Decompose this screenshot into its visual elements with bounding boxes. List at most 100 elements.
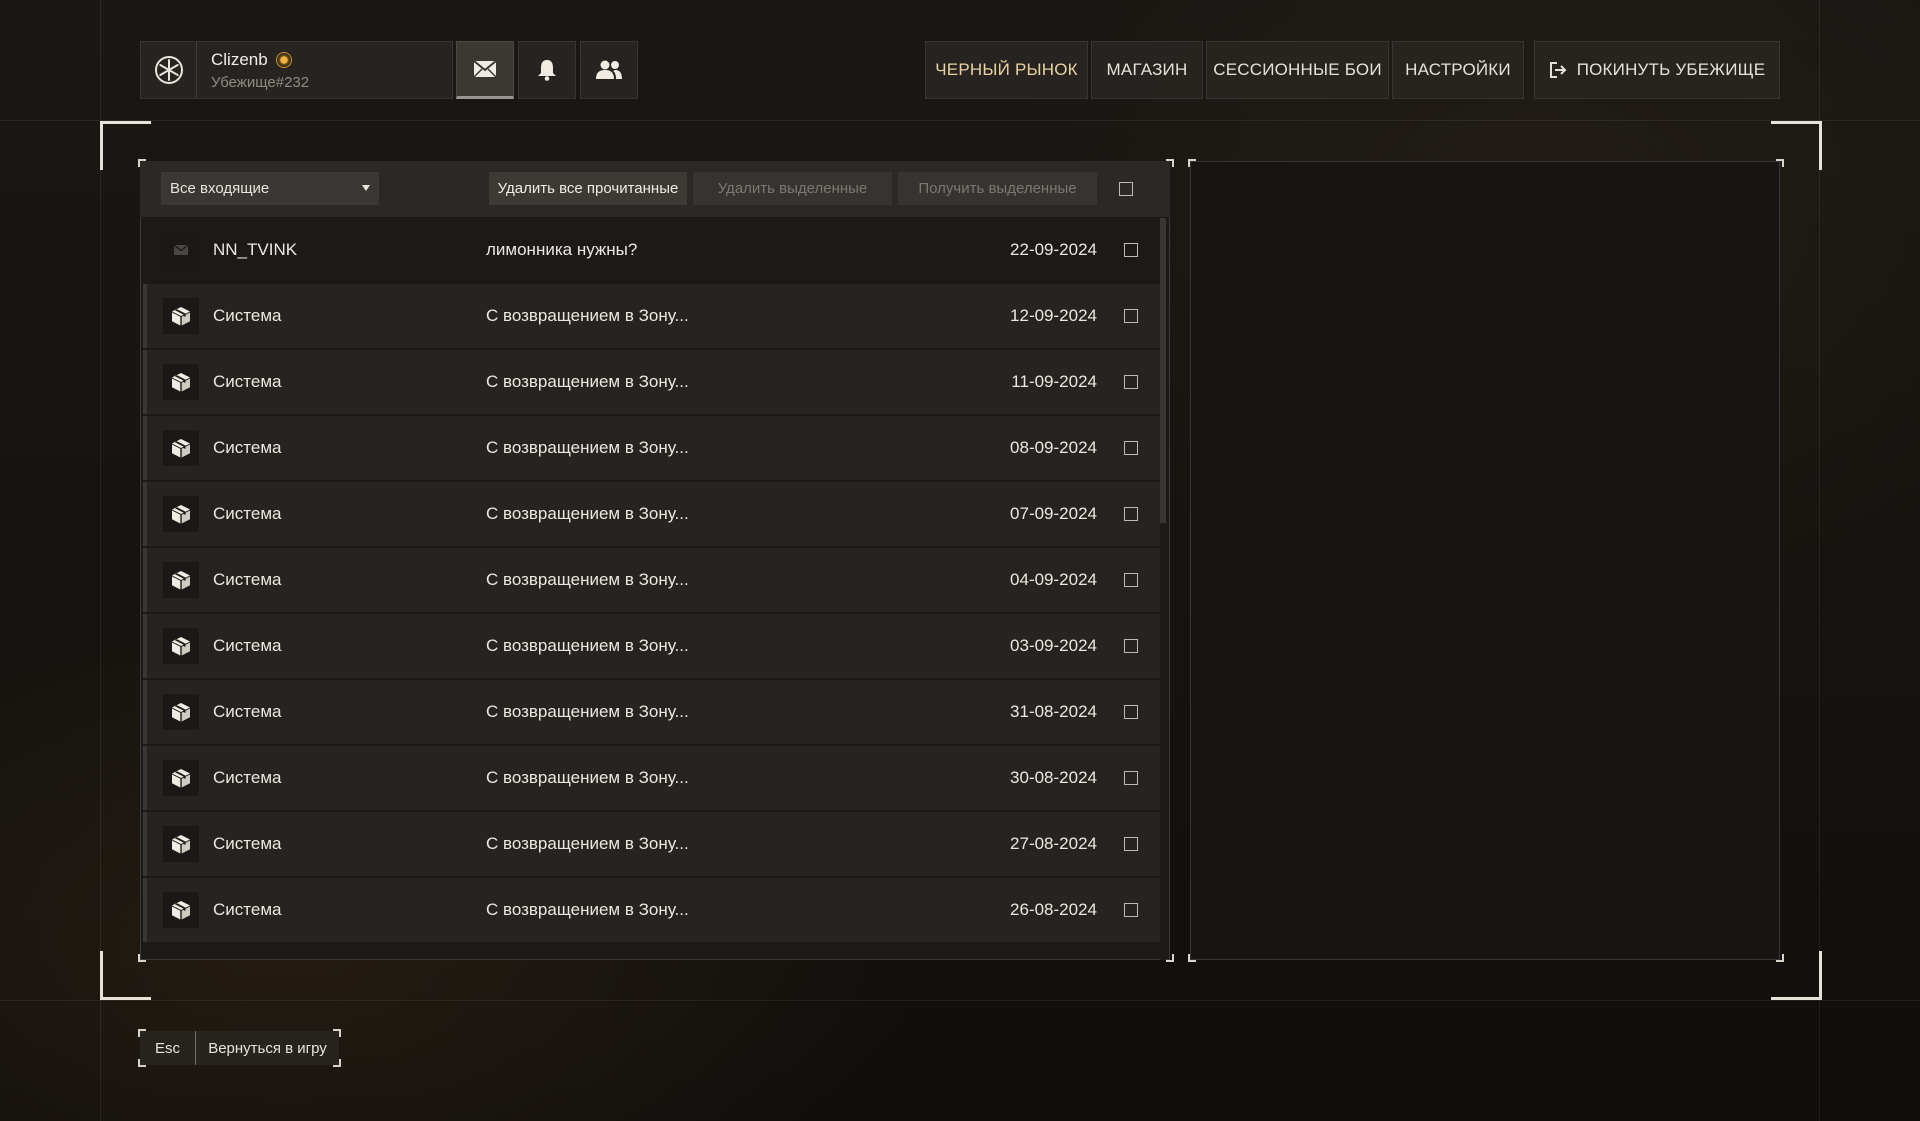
- box-icon: [163, 694, 199, 730]
- message-sender: Система: [213, 702, 282, 721]
- message-sender: Система: [213, 636, 282, 655]
- snowflake-logo-icon: [141, 42, 197, 98]
- nav-black-market[interactable]: ЧЕРНЫЙ РЫНОК: [925, 41, 1088, 99]
- message-checkbox[interactable]: [1124, 375, 1138, 389]
- mail-list: NN_TVINK лимонника нужны? 22-09-2024 Систем…: [143, 218, 1160, 960]
- message-date: 27-08-2024: [1010, 834, 1097, 853]
- message-checkbox[interactable]: [1124, 573, 1138, 587]
- box-icon: [163, 298, 199, 334]
- message-sender: Система: [213, 306, 282, 325]
- mail-filter-select[interactable]: Все входящие: [161, 172, 379, 205]
- message-row[interactable]: Система С возвращением в Зону... 07-09-202…: [143, 482, 1160, 546]
- envelope-icon: [163, 232, 199, 268]
- profile-card[interactable]: Clizenb Убежище#232: [140, 41, 453, 99]
- message-subject: С возвращением в Зону...: [486, 636, 689, 655]
- mail-button[interactable]: [456, 41, 514, 99]
- message-date: 03-09-2024: [1010, 636, 1097, 655]
- nav-settings[interactable]: НАСТРОЙКИ: [1392, 41, 1524, 99]
- message-subject: С возвращением в Зону...: [486, 372, 689, 391]
- message-date: 11-09-2024: [1011, 372, 1097, 391]
- message-row[interactable]: Система С возвращением в Зону... 03-09-202…: [143, 614, 1160, 678]
- message-sender: Система: [213, 372, 282, 391]
- delete-read-button[interactable]: Удалить все прочитанные: [489, 172, 687, 205]
- message-checkbox[interactable]: [1124, 243, 1138, 257]
- select-all-checkbox[interactable]: [1119, 182, 1133, 196]
- message-sender: Система: [213, 504, 282, 523]
- button-corner: [333, 1029, 341, 1037]
- frame-line: [0, 120, 1920, 121]
- message-checkbox[interactable]: [1124, 309, 1138, 323]
- message-checkbox[interactable]: [1124, 705, 1138, 719]
- panel-corner: [1776, 954, 1784, 962]
- delete-selected-button[interactable]: Удалить выделенные: [693, 172, 892, 205]
- message-detail-panel: [1190, 161, 1780, 960]
- panel-corner: [1188, 954, 1196, 962]
- message-checkbox[interactable]: [1124, 441, 1138, 455]
- message-subject: лимонника нужны?: [486, 240, 638, 259]
- message-date: 12-09-2024: [1010, 306, 1097, 325]
- button-corner: [138, 1029, 146, 1037]
- shelter-label: Убежище#232: [211, 73, 310, 91]
- friends-icon: [596, 60, 622, 79]
- message-row[interactable]: Система С возвращением в Зону... 27-08-202…: [143, 812, 1160, 876]
- message-date: 04-09-2024: [1010, 570, 1097, 589]
- message-date: 07-09-2024: [1010, 504, 1097, 523]
- message-subject: С возвращением в Зону...: [486, 702, 689, 721]
- message-row[interactable]: Система С возвращением в Зону... 08-09-202…: [143, 416, 1160, 480]
- scrollbar-thumb[interactable]: [1160, 218, 1166, 523]
- box-icon: [163, 430, 199, 466]
- message-sender: Система: [213, 834, 282, 853]
- box-icon: [163, 628, 199, 664]
- message-row[interactable]: NN_TVINK лимонника нужны? 22-09-2024: [143, 218, 1160, 282]
- box-icon: [163, 364, 199, 400]
- message-date: 22-09-2024: [1010, 240, 1097, 259]
- leave-shelter-label: ПОКИНУТЬ УБЕЖИЩЕ: [1576, 60, 1766, 79]
- friends-button[interactable]: [580, 41, 638, 99]
- button-corner: [138, 1059, 146, 1067]
- message-subject: С возвращением в Зону...: [486, 570, 689, 589]
- nav-shop[interactable]: МАГАЗИН: [1091, 41, 1203, 99]
- message-row[interactable]: Система С возвращением в Зону... 12-09-202…: [143, 284, 1160, 348]
- nav-leave-shelter[interactable]: ПОКИНУТЬ УБЕЖИЩЕ: [1534, 41, 1780, 99]
- mail-toolbar: Все входящие Удалить все прочитанные Уда…: [140, 161, 1170, 217]
- nav-session-battles[interactable]: СЕССИОННЫЕ БОИ: [1206, 41, 1389, 99]
- envelope-icon: [473, 60, 497, 78]
- message-checkbox[interactable]: [1124, 639, 1138, 653]
- message-checkbox[interactable]: [1124, 837, 1138, 851]
- message-date: 31-08-2024: [1010, 702, 1097, 721]
- message-row[interactable]: Система С возвращением в Зону... 26-08-202…: [143, 878, 1160, 942]
- message-row[interactable]: Система С возвращением в Зону... 11-09-202…: [143, 350, 1160, 414]
- message-checkbox[interactable]: [1124, 903, 1138, 917]
- message-date: 26-08-2024: [1010, 900, 1097, 919]
- return-to-game-label: Вернуться в игру: [208, 1039, 327, 1057]
- panel-corner: [1188, 159, 1196, 167]
- receive-selected-button[interactable]: Получить выделенные: [898, 172, 1097, 205]
- button-corner: [333, 1059, 341, 1067]
- message-subject: С возвращением в Зону...: [486, 834, 689, 853]
- message-subject: С возвращением в Зону...: [486, 306, 689, 325]
- message-row[interactable]: Система С возвращением в Зону... 04-09-202…: [143, 548, 1160, 612]
- message-subject: С возвращением в Зону...: [486, 504, 689, 523]
- notifications-button[interactable]: [518, 41, 576, 99]
- message-sender: Система: [213, 438, 282, 457]
- mail-list-scrollbar[interactable]: [1160, 218, 1166, 960]
- message-row[interactable]: Система С возвращением в Зону... 31-08-202…: [143, 680, 1160, 744]
- message-checkbox[interactable]: [1124, 507, 1138, 521]
- message-subject: С возвращением в Зону...: [486, 438, 689, 457]
- message-sender: Система: [213, 768, 282, 787]
- message-sender: Система: [213, 900, 282, 919]
- panel-corner: [1776, 159, 1784, 167]
- message-subject: С возвращением в Зону...: [486, 768, 689, 787]
- bell-icon: [538, 60, 556, 81]
- panel-corner: [1166, 954, 1174, 962]
- box-icon: [163, 496, 199, 532]
- message-checkbox[interactable]: [1124, 771, 1138, 785]
- box-icon: [163, 562, 199, 598]
- message-subject: С возвращением в Зону...: [486, 900, 689, 919]
- message-row[interactable]: Система С возвращением в Зону... 30-08-202…: [143, 746, 1160, 810]
- message-date: 08-09-2024: [1010, 438, 1097, 457]
- message-date: 30-08-2024: [1010, 768, 1097, 787]
- message-sender: NN_TVINK: [213, 240, 298, 259]
- return-to-game-button[interactable]: Esc Вернуться в игру: [140, 1031, 339, 1065]
- mail-filter-value: Все входящие: [170, 180, 270, 197]
